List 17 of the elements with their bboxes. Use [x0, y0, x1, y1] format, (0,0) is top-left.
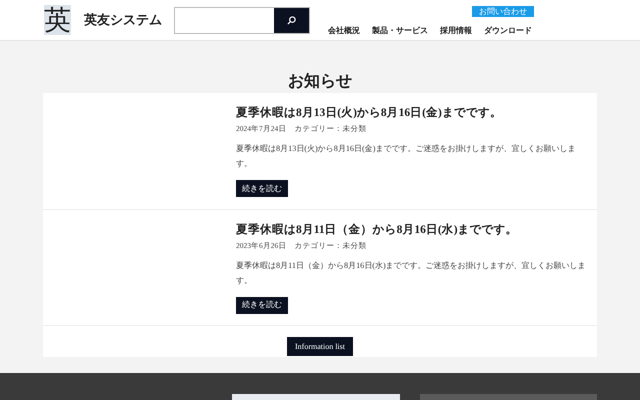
information-list-button[interactable]: Information list: [287, 337, 353, 356]
search-icon: [287, 16, 296, 24]
logo-mark[interactable]: 英: [44, 5, 71, 35]
post-excerpt: 夏季休暇は8月13日(火)から8月16日(金)までです。ご迷惑をお掛けしますが、宜しくお願いします。: [236, 143, 576, 170]
post-title[interactable]: 夏季休暇は8月11日（金）から8月16日(水)までです。: [236, 222, 591, 238]
read-more-button[interactable]: 続きを読む: [236, 180, 288, 197]
post-excerpt: 夏季休暇は8月11日（金）から8月16日(水)までです。ご迷惑をお掛けしますが、宜しくお願いします。: [236, 260, 587, 286]
search-field[interactable]: [174, 6, 310, 34]
page-title: お知らせ: [288, 72, 352, 92]
nav-link[interactable]: 製品・サービス: [372, 25, 428, 37]
nav-link[interactable]: 会社概況: [328, 25, 360, 37]
nav-link[interactable]: 採用情報: [440, 25, 472, 37]
nav-link[interactable]: ダウンロード: [484, 25, 532, 37]
post-title[interactable]: 夏季休暇は8月13日(火)から8月16日(金)までです。: [236, 105, 591, 121]
search-button[interactable]: [274, 8, 309, 32]
site-name[interactable]: 英友システム: [84, 10, 162, 30]
read-more-button[interactable]: 続きを読む: [236, 296, 288, 314]
